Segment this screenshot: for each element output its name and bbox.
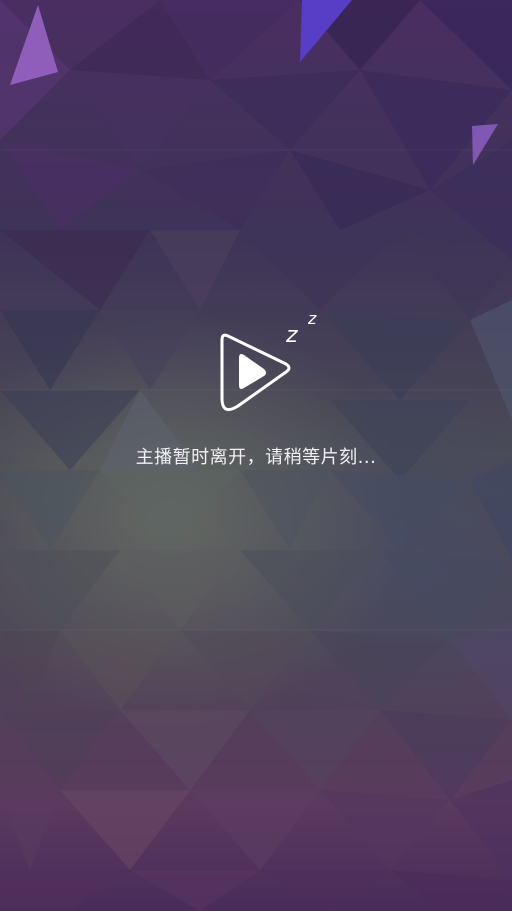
svg-text:z: z xyxy=(307,309,317,328)
svg-text:z: z xyxy=(285,323,298,348)
play-triangle-icon: z z xyxy=(220,309,317,412)
offline-screen: z z 主播暂时离开，请稍等片刻... xyxy=(0,0,512,911)
status-message: 主播暂时离开，请稍等片刻... xyxy=(135,447,377,468)
offline-indicator: z z 主播暂时离开，请稍等片刻... xyxy=(0,300,512,480)
zz-sleep-icon: z z xyxy=(285,309,317,348)
